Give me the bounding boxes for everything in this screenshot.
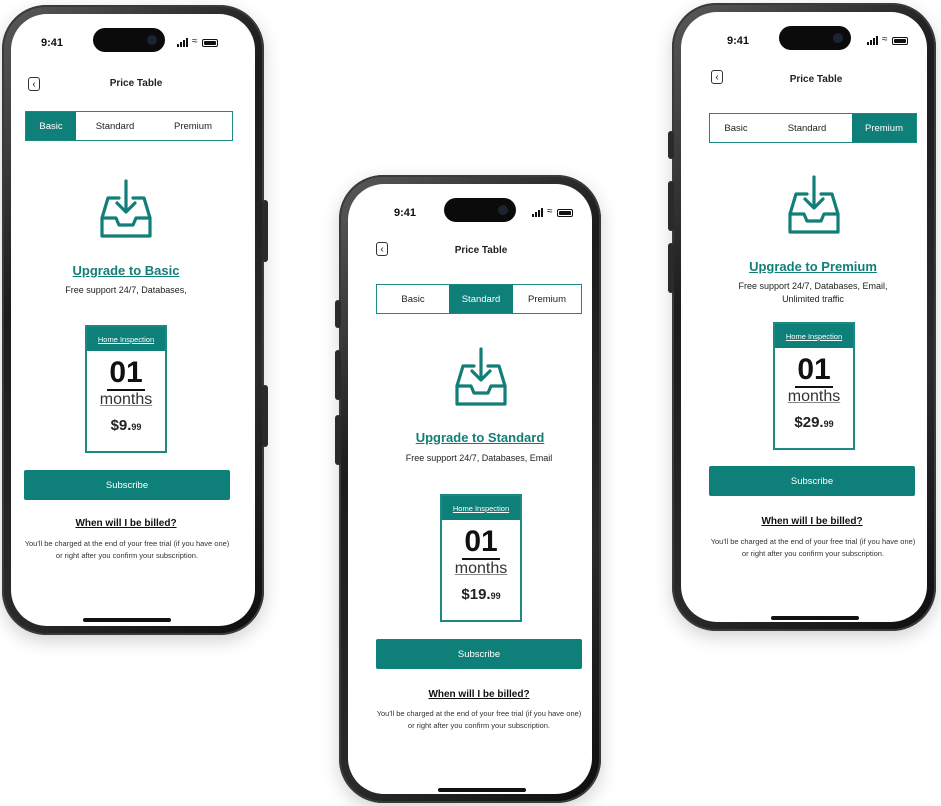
tab-standard[interactable]: Standard (762, 114, 852, 142)
price-card: Home Inspection 01 months $19.99 (440, 494, 522, 622)
billing-question: When will I be billed? (75, 518, 177, 529)
side-button (335, 300, 341, 328)
plan-features: Free support 24/7, Databases, (65, 285, 187, 295)
tab-standard[interactable]: Standard (449, 285, 513, 313)
dynamic-island (93, 28, 165, 52)
tab-premium[interactable]: Premium (513, 285, 581, 313)
signal-icon (177, 38, 188, 47)
phone-premium: 9:41 ≈ ‹ Price Table Basic Standard Prem… (668, 3, 936, 631)
side-button (668, 131, 674, 159)
tab-premium[interactable]: Premium (852, 114, 916, 142)
inbox-download-icon (788, 175, 840, 234)
plan-features: Free support 24/7, Databases, Email (405, 453, 553, 463)
page-title: Price Table (454, 245, 508, 256)
side-button (335, 415, 341, 465)
billing-answer: You'll be charged at the end of your fre… (376, 709, 582, 730)
billing-answer: You'll be charged at the end of your fre… (24, 539, 230, 560)
back-button[interactable]: ‹ (711, 70, 723, 84)
dynamic-island (444, 198, 516, 222)
card-duration-unit: months (787, 388, 841, 405)
card-price: $9.99 (110, 417, 142, 434)
card-duration-number: 01 (107, 356, 145, 391)
side-button (262, 200, 268, 262)
signal-icon (867, 36, 878, 45)
wifi-icon: ≈ (192, 36, 198, 47)
side-button (668, 181, 674, 231)
back-button[interactable]: ‹ (28, 77, 40, 91)
wifi-icon: ≈ (547, 206, 553, 217)
price-card: Home Inspection 01 months $29.99 (773, 322, 855, 450)
dynamic-island (779, 26, 851, 50)
screen: 9:41 ≈ ‹ Price Table Basic Standard Prem… (11, 14, 255, 626)
side-button (262, 385, 268, 447)
page-title: Price Table (109, 78, 163, 89)
home-indicator (83, 618, 171, 622)
battery-icon (201, 39, 218, 47)
card-duration-unit: months (454, 560, 508, 577)
tab-basic[interactable]: Basic (377, 285, 449, 313)
upgrade-title: Upgrade to Standard (415, 430, 545, 445)
card-price: $29.99 (794, 414, 834, 431)
status-icons: ≈ (177, 37, 218, 47)
side-button (335, 350, 341, 400)
card-duration-number: 01 (462, 525, 500, 560)
price-card: Home Inspection 01 months $9.99 (85, 325, 167, 453)
subscribe-button[interactable]: Subscribe (376, 639, 582, 669)
status-time: 9:41 (394, 207, 417, 219)
screen: 9:41 ≈ ‹ Price Table Basic Standard Prem… (348, 184, 592, 794)
card-price: $19.99 (461, 586, 501, 603)
home-indicator (438, 788, 526, 792)
back-button[interactable]: ‹ (376, 242, 388, 256)
phone-standard: 9:41 ≈ ‹ Price Table Basic Standard Prem… (335, 175, 601, 803)
plan-tabs: Basic Standard Premium (376, 284, 582, 314)
tab-basic[interactable]: Basic (710, 114, 762, 142)
tab-premium[interactable]: Premium (154, 112, 232, 140)
page-title: Price Table (789, 74, 843, 85)
card-header: Home Inspection (775, 324, 853, 348)
tab-basic[interactable]: Basic (26, 112, 76, 140)
plan-tabs: Basic Standard Premium (709, 113, 917, 143)
status-icons: ≈ (867, 35, 908, 45)
status-icons: ≈ (532, 207, 573, 217)
card-duration-number: 01 (795, 353, 833, 388)
card-duration-unit: months (99, 391, 153, 408)
wifi-icon: ≈ (882, 34, 888, 45)
upgrade-title: Upgrade to Premium (749, 259, 877, 274)
card-header: Home Inspection (442, 496, 520, 520)
tab-standard[interactable]: Standard (76, 112, 154, 140)
billing-question: When will I be billed? (761, 516, 863, 527)
billing-question: When will I be billed? (428, 689, 530, 700)
card-header: Home Inspection (87, 327, 165, 351)
side-button (668, 243, 674, 293)
inbox-download-icon (100, 179, 152, 238)
battery-icon (556, 209, 573, 217)
phone-basic: 9:41 ≈ ‹ Price Table Basic Standard Prem… (2, 5, 268, 635)
subscribe-button[interactable]: Subscribe (709, 466, 915, 496)
screen: 9:41 ≈ ‹ Price Table Basic Standard Prem… (681, 12, 927, 622)
billing-answer: You'll be charged at the end of your fre… (710, 537, 916, 558)
signal-icon (532, 208, 543, 217)
status-time: 9:41 (727, 35, 750, 47)
home-indicator (771, 616, 859, 620)
inbox-download-icon (455, 347, 507, 406)
plan-features: Free support 24/7, Databases, Email, Unl… (738, 281, 888, 304)
plan-tabs: Basic Standard Premium (25, 111, 233, 141)
upgrade-title: Upgrade to Basic (72, 263, 180, 278)
subscribe-button[interactable]: Subscribe (24, 470, 230, 500)
status-time: 9:41 (41, 37, 64, 49)
battery-icon (891, 37, 908, 45)
